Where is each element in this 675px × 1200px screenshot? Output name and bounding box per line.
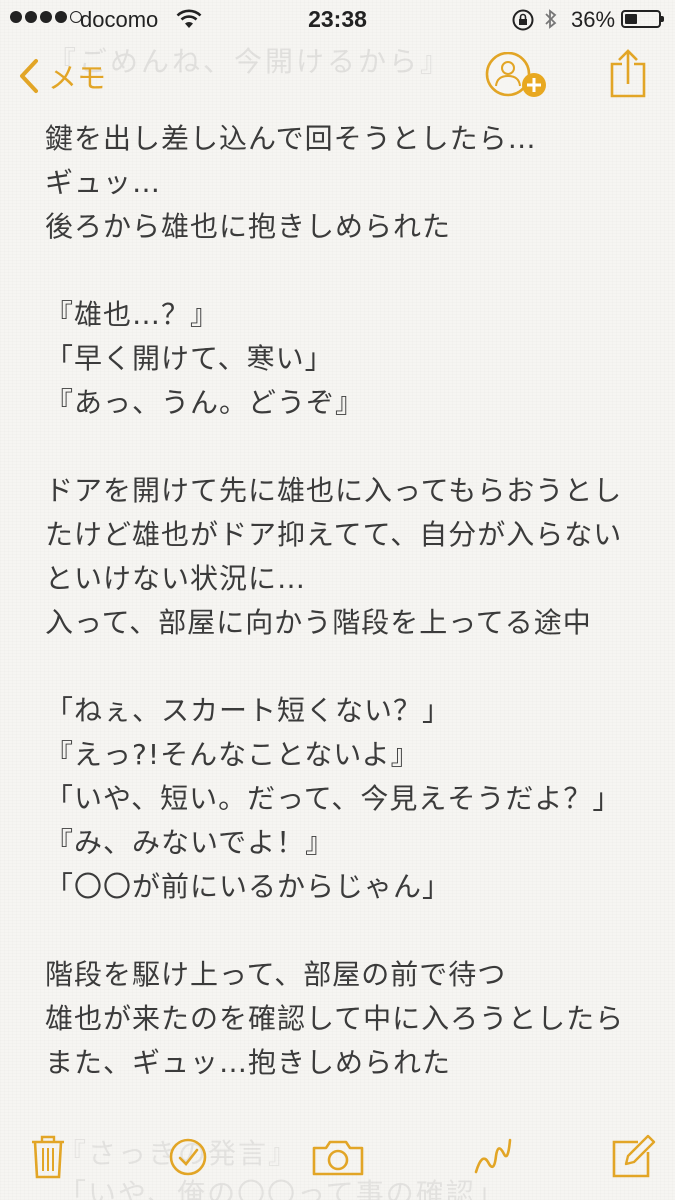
note-line: 『えっ?!そんなことないよ』: [45, 738, 420, 771]
note-line: 『あっ、うん。どうぞ』: [45, 386, 365, 419]
back-button-label: メモ: [48, 61, 107, 95]
navigation-bar: 『ごめんね、今開けるから』 メモ: [0, 40, 675, 115]
battery-percent: 36%: [571, 7, 616, 32]
status-bar: docomo 23:38 36%: [0, 0, 675, 40]
note-line: 「早く開けて、寒い」: [45, 342, 334, 375]
note-line: ドアを開けて先に雄也に入ってもらおうとし: [45, 474, 623, 507]
battery-icon: [621, 10, 664, 28]
note-line: [45, 249, 655, 293]
add-people-button[interactable]: [485, 51, 551, 102]
note-line: [45, 645, 655, 689]
ghost-text-top: 『ごめんね、今開けるから』: [48, 45, 452, 78]
sketch-button[interactable]: [468, 1132, 516, 1180]
camera-button[interactable]: [310, 1132, 366, 1180]
checklist-icon: [169, 1138, 207, 1176]
bottom-toolbar: [0, 1110, 675, 1200]
battery-fill: [625, 14, 637, 24]
delete-button[interactable]: [24, 1132, 72, 1180]
sketch-icon: [474, 1138, 512, 1174]
note-line: 『雄也…？』: [45, 298, 220, 331]
bluetooth-icon: [543, 7, 559, 37]
note-line: 『み、みないでよ！』: [45, 826, 335, 859]
rotation-lock-icon: [511, 8, 535, 38]
share-icon: [610, 49, 646, 98]
note-line: また、ギュッ…抱きしめられた: [45, 1046, 452, 1079]
note-line: 「ねぇ、スカート短くない？」: [45, 694, 452, 727]
camera-icon: [312, 1140, 364, 1176]
chevron-left-icon: [20, 59, 38, 93]
add-person-icon: [485, 51, 546, 97]
note-line: [45, 425, 655, 469]
note-line: 雄也が来たのを確認して中に入ろうとしたら: [45, 1002, 625, 1035]
note-line: 鍵を出し差し込んで回そうとしたら…: [45, 122, 537, 155]
share-button[interactable]: [606, 48, 650, 100]
compose-icon: [612, 1134, 656, 1178]
compose-button[interactable]: [608, 1132, 656, 1180]
note-line: といけない状況に…: [45, 562, 307, 595]
note-line: 階段を駆け上って、部屋の前で待つ: [45, 958, 507, 991]
trash-icon: [32, 1135, 64, 1179]
note-text-area[interactable]: 鍵を出し差し込んで回そうとしたら… ギュッ… 後ろから雄也に抱きしめられた 『雄也…？…: [45, 117, 655, 1085]
note-line: 「〇〇が前にいるからじゃん」: [45, 870, 452, 903]
note-line: 入って、部屋に向かう階段を上ってる途中: [45, 606, 592, 639]
checklist-button[interactable]: [164, 1132, 212, 1180]
note-line: 「いや、短い。だって、今見えそうだよ？」: [45, 782, 622, 815]
back-button[interactable]: メモ: [18, 54, 106, 98]
note-line: [45, 909, 655, 953]
note-line: たけど雄也がドア抑えてて、自分が入らない: [45, 518, 623, 551]
note-line: ギュッ…: [45, 166, 162, 199]
note-line: 後ろから雄也に抱きしめられた: [45, 210, 452, 243]
